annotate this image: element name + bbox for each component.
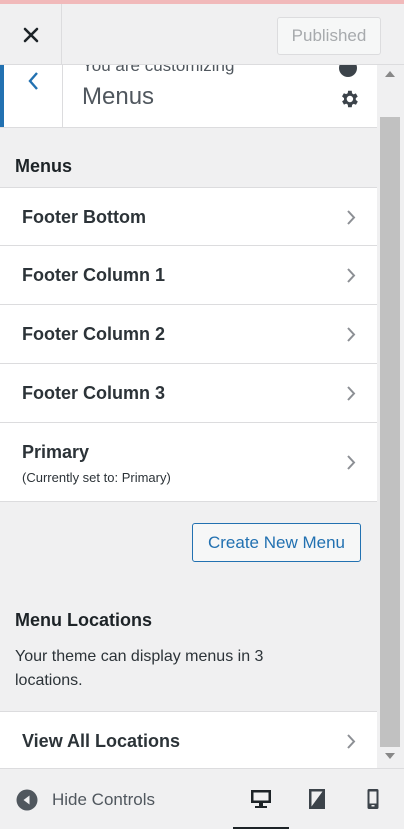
chevron-right-icon — [347, 268, 356, 283]
menu-item-label: Primary — [22, 442, 90, 462]
scroll-down-arrow[interactable] — [385, 753, 395, 759]
breadcrumb: You are customizing — [82, 65, 235, 75]
desktop-icon[interactable] — [249, 787, 273, 811]
chevron-right-icon — [347, 734, 356, 749]
chevron-right-icon — [347, 327, 356, 342]
tablet-icon[interactable] — [305, 787, 329, 811]
chevron-left-icon — [28, 72, 38, 90]
scroll-up-arrow[interactable] — [385, 71, 395, 77]
menu-locations-heading: Menu Locations — [15, 610, 153, 630]
create-new-menu-button[interactable]: Create New Menu — [192, 523, 361, 562]
publish-button[interactable]: Published — [277, 17, 381, 55]
hide-controls-button[interactable]: Hide Controls — [16, 789, 155, 811]
menu-item-footer-bottom[interactable]: Footer Bottom — [0, 187, 377, 246]
chevron-right-icon — [347, 455, 356, 470]
customizer-panel: You are customizing Menus Menus Footer B… — [0, 65, 377, 768]
menu-list: Footer Bottom Footer Column 1 Footer Col… — [0, 187, 377, 502]
page-title: Menus — [82, 83, 155, 110]
menu-item-footer-column-1[interactable]: Footer Column 1 — [0, 246, 377, 305]
scrollbar[interactable] — [377, 65, 404, 768]
menus-heading: Menus — [15, 156, 73, 176]
scrollbar-thumb[interactable] — [380, 117, 400, 747]
back-button[interactable] — [0, 65, 63, 127]
menu-item-location-note: (Currently set to: Primary) — [22, 470, 171, 485]
view-all-locations-item[interactable]: View All Locations — [0, 711, 377, 768]
hide-controls-label: Hide Controls — [52, 790, 155, 809]
gear-icon[interactable] — [338, 88, 360, 110]
help-icon[interactable] — [339, 65, 357, 77]
menu-item-label: Footer Column 3 — [22, 383, 165, 403]
chevron-right-icon — [347, 386, 356, 401]
menu-item-label: Footer Column 2 — [22, 324, 165, 344]
chevron-right-icon — [347, 210, 356, 225]
customizer-header: Published — [0, 4, 404, 65]
menu-item-footer-column-2[interactable]: Footer Column 2 — [0, 305, 377, 364]
menu-locations-description: Your theme can display menus in 3 locati… — [15, 648, 264, 689]
close-button[interactable] — [0, 4, 62, 65]
close-icon — [23, 27, 38, 42]
view-all-locations-label: View All Locations — [22, 731, 181, 751]
menu-item-label: Footer Bottom — [22, 207, 146, 227]
menu-item-footer-column-3[interactable]: Footer Column 3 — [0, 364, 377, 423]
panel-title-row: You are customizing Menus — [0, 65, 377, 128]
menu-item-label: Footer Column 1 — [22, 265, 165, 285]
mobile-icon[interactable] — [361, 787, 385, 811]
customizer-footer: Hide Controls — [0, 768, 404, 829]
collapse-arrow-icon — [16, 789, 38, 811]
menu-item-primary[interactable]: Primary (Currently set to: Primary) — [0, 423, 377, 502]
